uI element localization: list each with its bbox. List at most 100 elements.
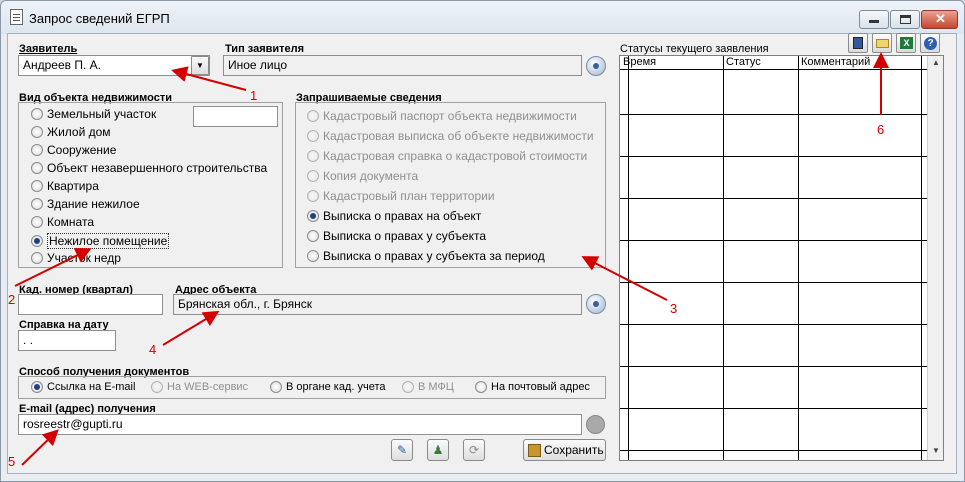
maximize-button[interactable] [890,10,920,29]
refresh-icon: ⟳ [468,443,480,457]
radio-icon-selected [31,235,43,247]
radio-icon [31,216,43,228]
chevron-down-icon: ▼ [196,61,204,70]
statuses-label: Статусы текущего заявления [620,43,769,55]
object-type-extra-field[interactable] [193,106,278,127]
column-header-status[interactable]: Статус [723,56,798,70]
annotation-label-6: 6 [877,122,885,137]
grid-line [620,450,927,451]
scroll-up-icon[interactable]: ▲ [932,58,940,67]
grid-line [628,56,629,460]
radio-label: На почтовый адрес [491,381,590,393]
applicant-dropdown-button[interactable]: ▼ [191,56,209,75]
radio-icon [31,108,43,120]
radio-icon [31,180,43,192]
save-button[interactable]: Сохранить [523,439,606,461]
radio-object-type-1[interactable]: Жилой дом [31,125,111,139]
scroll-down-icon[interactable]: ▼ [932,446,940,455]
radio-icon [307,250,319,262]
exit-toolbar-button[interactable] [848,33,868,53]
send-button[interactable]: ♟ [427,439,449,461]
radio-requested-6[interactable]: Выписка о правах у субъекта [307,229,486,243]
radio-requested-4[interactable]: Кадастровый план территории [307,189,495,203]
radio-delivery-0[interactable]: Ссылка на E-mail [31,381,135,393]
statuses-grid[interactable]: Время Статус Комментарий ▲ ▼ [619,55,944,461]
applicant-type-picker-button[interactable] [586,56,606,76]
column-header-comment[interactable]: Комментарий [798,56,927,70]
title-bar[interactable]: Запрос сведений ЕГРП ✕ [1,1,964,34]
radio-icon [31,252,43,264]
radio-object-type-7[interactable]: Нежилое помещение [31,233,170,249]
radio-object-type-5[interactable]: Здание нежилое [31,197,140,211]
annotation-label-4: 4 [149,342,157,357]
radio-delivery-3[interactable]: В МФЦ [402,381,454,393]
grid-line [798,56,799,460]
radio-object-type-0[interactable]: Земельный участок [31,107,156,121]
radio-delivery-1[interactable]: На WEB-сервис [151,381,248,393]
help-icon: ? [924,37,937,50]
close-button[interactable]: ✕ [921,10,958,29]
grid-line [620,198,927,199]
radio-label: Выписка о правах на объект [323,209,482,223]
radio-object-type-3[interactable]: Объект незавершенного строительства [31,161,267,175]
excel-export-button[interactable]: X [896,33,916,53]
date-field[interactable]: . . [18,330,116,351]
people-icon: ♟ [432,443,444,457]
annotation-label-3: 3 [670,301,678,316]
radio-requested-3[interactable]: Копия документа [307,169,418,183]
radio-delivery-2[interactable]: В органе кад. учета [270,381,385,393]
radio-requested-0[interactable]: Кадастровый паспорт объекта недвижимости [307,109,577,123]
radio-object-type-6[interactable]: Комната [31,215,94,229]
radio-icon-selected [307,210,319,222]
radio-label: Выписка о правах у субъекта за период [323,249,545,263]
edit-button[interactable]: ✎ [391,439,413,461]
radio-delivery-4[interactable]: На почтовый адрес [475,381,590,393]
cad-number-field[interactable] [18,294,163,315]
radio-requested-2[interactable]: Кадастровая справка о кадастровой стоимо… [307,149,587,163]
radio-icon [31,126,43,138]
applicant-select[interactable]: Андреев П. А. [18,55,210,76]
radio-requested-5[interactable]: Выписка о правах на объект [307,209,481,223]
radio-label: Сооружение [47,143,117,157]
email-field[interactable]: rosreestr@gupti.ru [18,414,582,435]
radio-label: Ссылка на E-mail [47,381,136,393]
radio-label: Земельный участок [47,107,157,121]
applicant-type-field[interactable]: Иное лицо [223,55,582,76]
radio-object-type-4[interactable]: Квартира [31,179,99,193]
radio-object-type-2[interactable]: Сооружение [31,143,116,157]
radio-label: Участок недр [47,251,121,265]
radio-label: Квартира [47,179,99,193]
grid-scrollbar[interactable]: ▲ ▼ [927,56,943,460]
radio-object-type-8[interactable]: Участок недр [31,251,121,265]
radio-icon [151,381,163,393]
address-field[interactable]: Брянская обл., г. Брянск [173,294,582,315]
grid-line [620,240,927,241]
radio-label: На WEB-сервис [167,381,249,393]
help-button[interactable]: ? [920,33,940,53]
address-picker-button[interactable] [586,294,606,314]
radio-label: Кадастровый план территории [323,189,495,203]
grid-line [723,56,724,460]
grid-line [620,366,927,367]
excel-icon: X [900,37,913,49]
radio-requested-1[interactable]: Кадастровая выписка об объекте недвижимо… [307,129,594,143]
radio-label: Комната [47,215,94,229]
radio-icon [307,150,319,162]
minimize-button[interactable] [859,10,889,29]
refresh-button[interactable]: ⟳ [463,439,485,461]
applicant-label: Заявитель [19,43,78,55]
radio-icon [307,130,319,142]
radio-label: Кадастровая выписка об объекте недвижимо… [323,129,594,143]
grid-line [620,408,927,409]
grid-line [620,156,927,157]
radio-label: Кадастровый паспорт объекта недвижимости [323,109,577,123]
radio-label: В МФЦ [418,381,454,393]
close-icon: ✕ [935,11,946,26]
radio-requested-7[interactable]: Выписка о правах у субъекта за период [307,249,545,263]
requested-info-group [295,102,606,268]
open-folder-button[interactable] [872,33,892,53]
radio-label: Нежилое помещение [47,233,170,249]
column-header-time[interactable]: Время [620,56,723,70]
save-icon [528,443,541,457]
radio-icon [307,170,319,182]
